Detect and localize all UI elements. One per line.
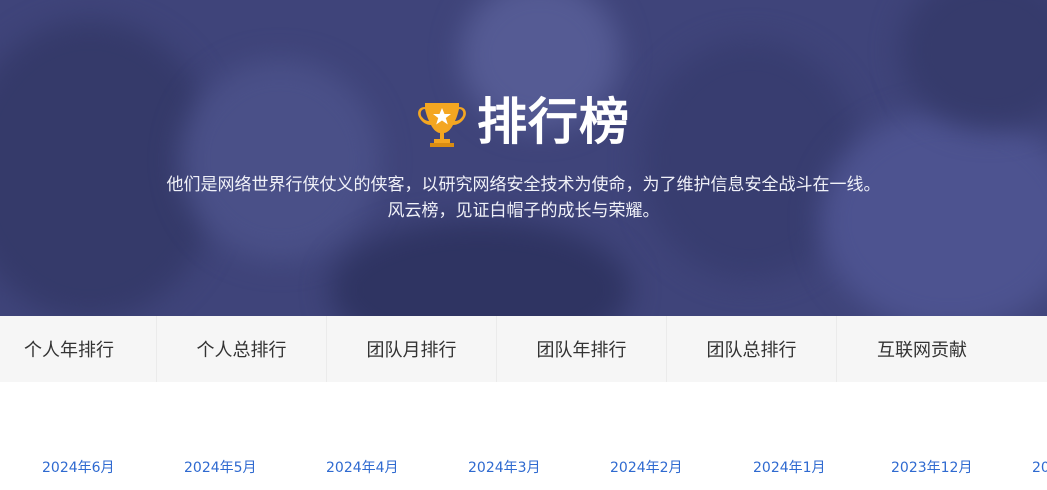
tab-personal-yearly[interactable]: 个人年排行 [0,316,157,382]
page-title: 排行榜 [477,93,630,151]
tab-personal-total[interactable]: 个人总排行 [157,316,327,382]
month-link-2024-04[interactable]: 2024年4月 [326,456,399,480]
month-link-2024-02[interactable]: 2024年2月 [610,456,683,480]
hero-background-image [0,0,1047,316]
ranking-tabs: 个人年排行 个人总排行 团队月排行 团队年排行 团队总排行 互联网贡献 [0,316,1047,382]
month-selector: 2024年6月 2024年5月 2024年4月 2024年3月 2024年2月 … [0,456,1047,482]
tab-team-monthly[interactable]: 团队月排行 [327,316,497,382]
hero-subtitle-line1: 他们是网络世界行侠仗义的侠客，以研究网络安全技术为使命，为了维护信息安全战斗在一… [166,175,881,195]
tab-internet-contribution[interactable]: 互联网贡献 [837,316,1007,382]
hero-subtitle-line2: 风云榜，见证白帽子的成长与荣耀。 [387,201,660,221]
month-link-2023-12[interactable]: 2023年12月 [891,456,972,480]
month-link-2024-01[interactable]: 2024年1月 [753,456,826,480]
tab-team-yearly[interactable]: 团队年排行 [497,316,667,382]
month-link-2024-03[interactable]: 2024年3月 [468,456,541,480]
month-link-2024-06[interactable]: 2024年6月 [42,456,115,480]
trophy-icon [417,95,467,149]
hero-banner: 排行榜 他们是网络世界行侠仗义的侠客，以研究网络安全技术为使命，为了维护信息安全… [0,0,1047,316]
month-link-truncated[interactable]: 20 [1032,456,1047,480]
tab-team-total[interactable]: 团队总排行 [667,316,837,382]
month-link-2024-05[interactable]: 2024年5月 [184,456,257,480]
